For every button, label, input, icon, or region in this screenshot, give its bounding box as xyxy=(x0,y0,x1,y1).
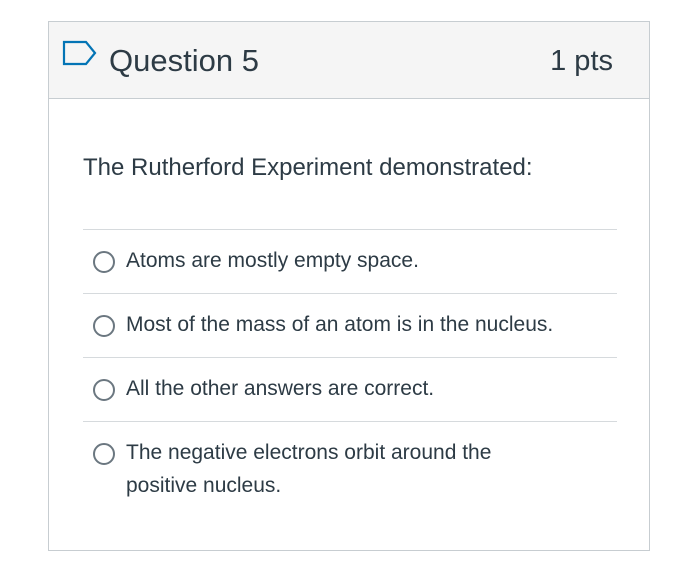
answer-option[interactable]: Most of the mass of an atom is in the nu… xyxy=(83,293,617,357)
answer-label: Atoms are mostly empty space. xyxy=(126,249,419,272)
question-title: Question 5 xyxy=(109,43,259,78)
question-text: The Rutherford Experiment demonstrated: xyxy=(83,154,533,181)
bookmark-flag-icon[interactable] xyxy=(62,40,98,66)
radio-button[interactable] xyxy=(93,379,115,401)
answer-label: Most of the mass of an atom is in the nu… xyxy=(126,313,554,336)
question-card: Question 5 1 pts The Rutherford Experime… xyxy=(48,21,650,551)
answer-label: The negative electrons orbit around the … xyxy=(126,441,492,497)
answer-option[interactable]: All the other answers are correct. xyxy=(83,357,617,421)
question-points: 1 pts xyxy=(550,45,613,77)
answer-list: Atoms are mostly empty space. Most of th… xyxy=(83,229,617,513)
answer-option[interactable]: Atoms are mostly empty space. xyxy=(83,229,617,293)
answer-option[interactable]: The negative electrons orbit around the … xyxy=(83,421,617,513)
radio-button[interactable] xyxy=(93,443,115,465)
radio-button[interactable] xyxy=(93,251,115,273)
question-header: Question 5 1 pts xyxy=(49,22,649,99)
answer-label: All the other answers are correct. xyxy=(126,377,435,400)
radio-button[interactable] xyxy=(93,315,115,337)
